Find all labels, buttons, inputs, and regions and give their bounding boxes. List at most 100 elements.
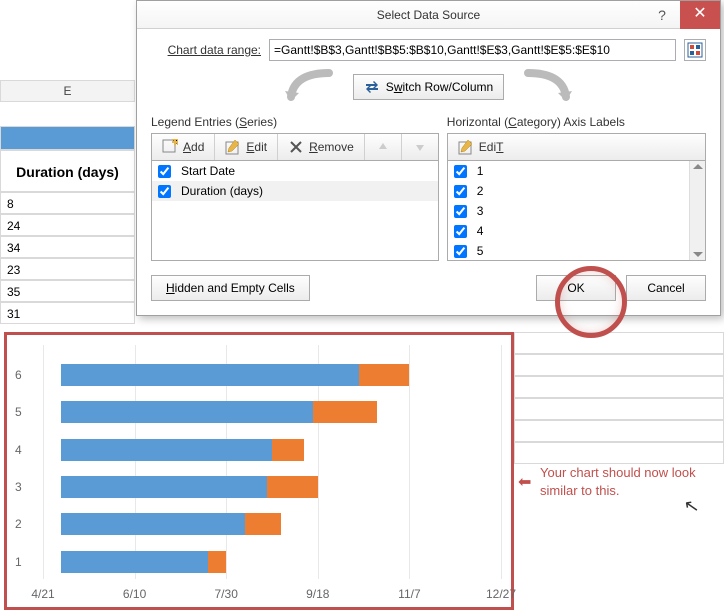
category-label: 4 <box>477 224 484 238</box>
chart-data-range-label: Chart data range: <box>151 43 261 57</box>
row-highlight <box>0 126 135 150</box>
bar-start-date <box>61 476 267 498</box>
bar-start-date <box>61 439 272 461</box>
gridline <box>409 345 410 579</box>
edit-series-button[interactable]: Edit <box>215 134 278 160</box>
x-tick-label: 12/27 <box>486 587 516 601</box>
category-checkbox[interactable] <box>454 205 467 218</box>
cell-e4[interactable]: 23 <box>0 258 135 280</box>
category-row[interactable]: 2 <box>448 181 705 201</box>
bar-duration <box>267 476 317 498</box>
edit-icon <box>458 139 474 155</box>
series-listbox[interactable]: Start Date Duration (days) <box>151 161 439 261</box>
cell-e3[interactable]: 34 <box>0 236 135 258</box>
arrow-left-icon <box>279 69 339 105</box>
remove-series-button[interactable]: Remove <box>278 134 365 160</box>
down-icon <box>412 139 428 155</box>
cell-e5[interactable]: 35 <box>0 280 135 302</box>
gridline <box>43 345 44 579</box>
ok-button[interactable]: OK <box>536 275 616 301</box>
bar-start-date <box>61 401 313 423</box>
x-tick-label: 11/7 <box>398 587 420 601</box>
annotation-arrow-icon: ⬅ <box>518 472 531 492</box>
bar-duration <box>245 513 282 535</box>
bar-duration <box>359 364 409 386</box>
add-series-button[interactable]: Add <box>152 134 215 160</box>
chart-data-range-input[interactable] <box>269 39 676 61</box>
series-checkbox[interactable] <box>158 185 171 198</box>
hidden-empty-cells-button[interactable]: Hidden and Empty Cells <box>151 275 310 301</box>
range-picker-icon <box>687 42 703 58</box>
scrollbar[interactable] <box>689 161 705 260</box>
legend-series-title: Legend Entries (Series) <box>151 115 439 129</box>
grid-cell[interactable] <box>514 442 724 464</box>
dialog-bottom-row: Hidden and Empty Cells OK Cancel <box>151 275 706 301</box>
grid-cell[interactable] <box>514 420 724 442</box>
up-icon <box>375 139 391 155</box>
move-down-button[interactable] <box>402 134 438 160</box>
category-row[interactable]: 1 <box>448 161 705 181</box>
range-picker-button[interactable] <box>684 39 706 61</box>
category-checkbox[interactable] <box>454 225 467 238</box>
category-row[interactable]: 5 <box>448 241 705 261</box>
select-data-source-dialog: Select Data Source ? ✕ Chart data range:… <box>136 0 721 316</box>
x-tick-label: 4/21 <box>31 587 54 601</box>
edit-category-button[interactable]: EdiT <box>448 134 514 160</box>
grid-cell[interactable] <box>514 376 724 398</box>
cancel-button[interactable]: Cancel <box>626 275 706 301</box>
bar-start-date <box>61 551 208 573</box>
grid-cell[interactable] <box>514 332 724 354</box>
dialog-title: Select Data Source <box>377 8 480 22</box>
category-listbox[interactable]: 1 2 3 4 5 <box>447 161 706 261</box>
category-toolbar: EdiT <box>447 133 706 161</box>
bar-start-date <box>61 513 244 535</box>
remove-icon <box>288 139 304 155</box>
switch-row-column-button[interactable]: Switch Row/Column <box>353 74 504 100</box>
move-up-button[interactable] <box>365 134 402 160</box>
series-row[interactable]: Start Date <box>152 161 438 181</box>
category-labels-title: Horizontal (Category) Axis Labels <box>447 115 706 129</box>
category-checkbox[interactable] <box>454 245 467 258</box>
duration-header: Duration (days) <box>0 150 135 192</box>
chart-data-range-row: Chart data range: <box>151 39 706 61</box>
series-label: Start Date <box>181 164 235 178</box>
legend-toolbar: Add Edit Remove <box>151 133 439 161</box>
grid-cell[interactable] <box>514 398 724 420</box>
y-tick-label: 5 <box>15 405 22 419</box>
bar-duration <box>272 439 304 461</box>
category-checkbox[interactable] <box>454 165 467 178</box>
cell-e1[interactable]: 8 <box>0 192 135 214</box>
help-button[interactable]: ? <box>644 1 680 29</box>
y-tick-label: 1 <box>15 555 22 569</box>
arrow-right-icon <box>518 69 578 105</box>
x-tick-label: 7/30 <box>215 587 238 601</box>
close-button[interactable]: ✕ <box>680 1 720 29</box>
category-row[interactable]: 3 <box>448 201 705 221</box>
series-label: Duration (days) <box>181 184 263 198</box>
y-tick-label: 3 <box>15 480 22 494</box>
category-labels-panel: Horizontal (Category) Axis Labels EdiT 1… <box>447 115 706 261</box>
add-icon <box>162 139 178 155</box>
grid-cell[interactable] <box>514 354 724 376</box>
col-header-e: E <box>0 80 135 102</box>
edit-icon <box>225 139 241 155</box>
category-label: 5 <box>477 244 484 258</box>
x-tick-label: 6/10 <box>123 587 146 601</box>
category-label: 3 <box>477 204 484 218</box>
category-checkbox[interactable] <box>454 185 467 198</box>
series-checkbox[interactable] <box>158 165 171 178</box>
category-label: 2 <box>477 184 484 198</box>
legend-series-panel: Legend Entries (Series) Add Edit Remove <box>151 115 439 261</box>
gridline <box>501 345 502 579</box>
dialog-titlebar[interactable]: Select Data Source ? ✕ <box>137 1 720 29</box>
gantt-chart: 4/216/107/309/1811/712/27123456 <box>4 332 514 610</box>
switch-icon <box>364 79 380 95</box>
cell-e6[interactable]: 31 <box>0 302 135 324</box>
category-row[interactable]: 4 <box>448 221 705 241</box>
series-row[interactable]: Duration (days) <box>152 181 438 201</box>
cell-e2[interactable]: 24 <box>0 214 135 236</box>
annotation-text: Your chart should now look similar to th… <box>540 464 710 499</box>
bar-duration <box>208 551 226 573</box>
bar-start-date <box>61 364 359 386</box>
switch-row: Switch Row/Column <box>151 69 706 105</box>
